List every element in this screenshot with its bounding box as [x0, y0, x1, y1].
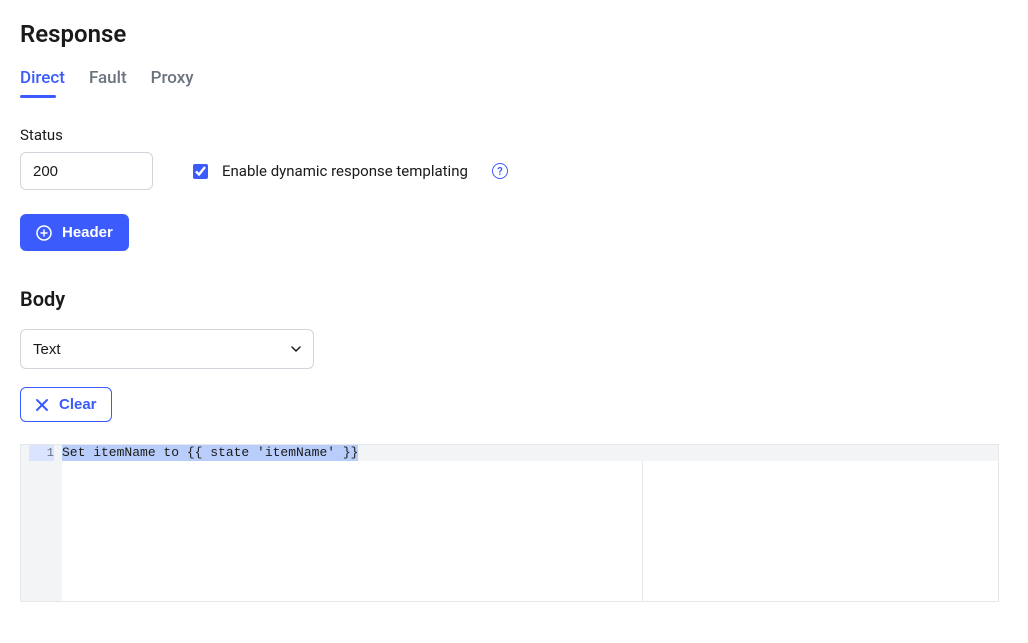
editor-line: Set itemName to {{ state 'itemName' }}	[62, 445, 998, 461]
body-type-select-wrapper: Text	[20, 329, 314, 369]
plus-circle-icon	[36, 225, 52, 241]
body-title: Body	[20, 287, 1008, 311]
response-title: Response	[20, 20, 1008, 48]
editor-content: Set itemName to {{ state 'itemName' }}	[62, 445, 358, 461]
tab-direct[interactable]: Direct	[20, 68, 65, 98]
add-header-label: Header	[62, 224, 113, 241]
line-number: 1	[29, 445, 54, 461]
code-editor[interactable]: 1 Set itemName to {{ state 'itemName' }}	[20, 444, 999, 602]
clear-label: Clear	[59, 396, 97, 413]
templating-checkbox-group: Enable dynamic response templating ?	[193, 162, 508, 180]
response-tabs: Direct Fault Proxy	[20, 68, 1008, 98]
templating-checkbox[interactable]	[193, 164, 208, 179]
add-header-button[interactable]: Header	[20, 214, 129, 251]
status-field-group: Status Enable dynamic response templatin…	[20, 126, 1008, 190]
editor-gutter: 1	[21, 445, 62, 601]
status-input[interactable]	[20, 152, 153, 190]
close-icon	[35, 398, 49, 412]
editor-divider	[642, 461, 643, 601]
templating-label: Enable dynamic response templating	[222, 162, 468, 180]
tab-fault[interactable]: Fault	[89, 68, 127, 98]
tab-proxy[interactable]: Proxy	[151, 68, 194, 98]
clear-button[interactable]: Clear	[20, 387, 112, 422]
status-label: Status	[20, 126, 1008, 144]
body-type-select[interactable]: Text	[20, 329, 314, 369]
editor-body[interactable]: Set itemName to {{ state 'itemName' }}	[62, 445, 998, 601]
help-icon[interactable]: ?	[492, 163, 508, 179]
